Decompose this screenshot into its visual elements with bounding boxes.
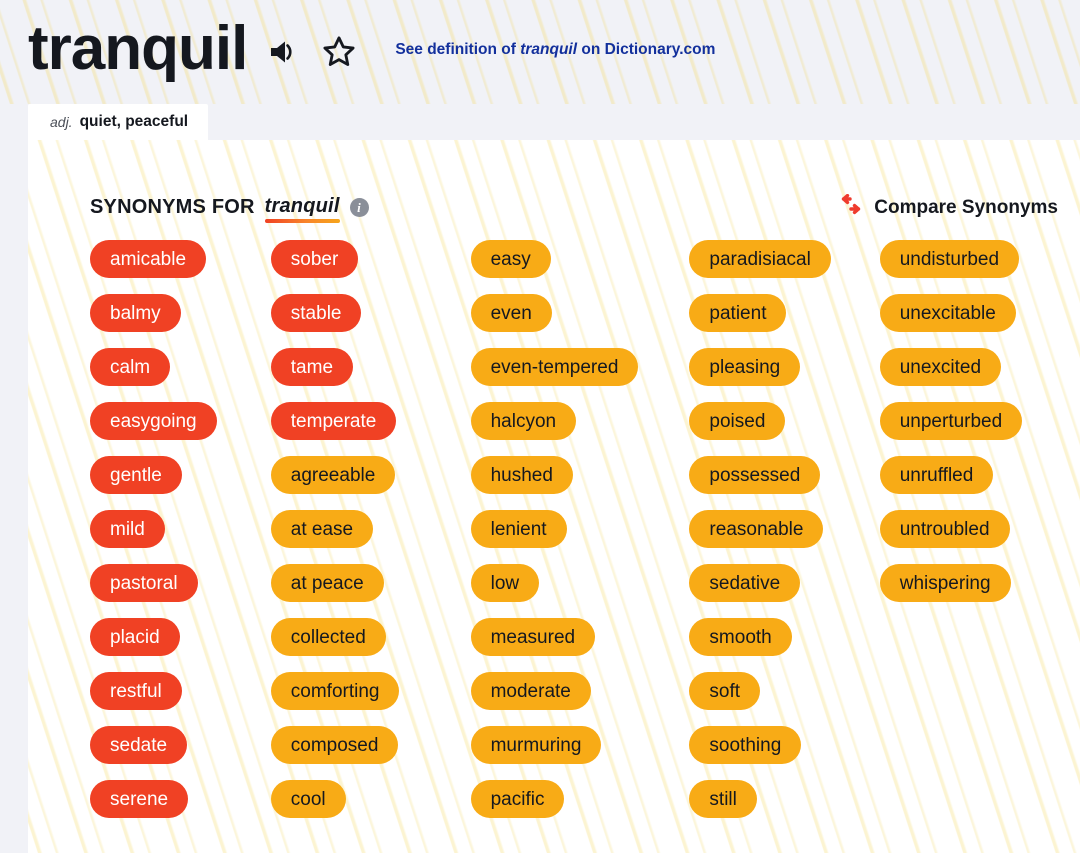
synonyms-card: SYNONYMS FOR tranquil i Compare Synonyms… [28, 140, 1080, 853]
synonym-chip[interactable]: stable [270, 294, 362, 332]
synonym-chip[interactable]: pastoral [90, 564, 198, 602]
synonym-chip[interactable]: low [470, 564, 540, 602]
synonym-chip[interactable]: collected [270, 618, 386, 656]
synonym-chip[interactable]: comforting [270, 672, 400, 710]
page-title: tranquil [28, 14, 248, 83]
synonym-chip[interactable]: composed [270, 726, 399, 764]
synonym-chip[interactable]: pleasing [689, 348, 801, 386]
synonym-chip[interactable]: unperturbed [879, 402, 1023, 440]
synonyms-section-header: SYNONYMS FOR tranquil i Compare Synonyms [90, 193, 1058, 223]
synonym-column: sober stable tame temperate agreeable at ease… [270, 240, 471, 818]
synonym-chip[interactable]: poised [689, 402, 786, 440]
speaker-icon[interactable] [267, 35, 301, 69]
synonym-chip[interactable]: undisturbed [879, 240, 1020, 278]
synonym-chip[interactable]: restful [90, 672, 182, 710]
star-outline-icon[interactable] [321, 34, 357, 70]
synonym-chip[interactable]: sedative [689, 564, 801, 602]
synonym-chip[interactable]: even [470, 294, 552, 332]
synonym-chip[interactable]: calm [90, 348, 171, 386]
synonym-chip[interactable]: at peace [270, 564, 384, 602]
synonym-chip[interactable]: halcyon [470, 402, 577, 440]
synonym-chip[interactable]: sober [270, 240, 359, 278]
synonym-column: paradisiacal patient pleasing poised possess… [689, 240, 879, 818]
synonym-chip[interactable]: amicable [90, 240, 207, 278]
synonym-chip[interactable]: agreeable [270, 456, 396, 494]
synonym-chip[interactable]: paradisiacal [689, 240, 831, 278]
part-of-speech-abbr: adj. [50, 114, 73, 130]
compare-synonyms-button[interactable]: Compare Synonyms [838, 193, 1058, 221]
synonym-chip[interactable]: patient [689, 294, 787, 332]
synonym-chip[interactable]: mild [90, 510, 165, 548]
synonym-chip[interactable]: moderate [470, 672, 591, 710]
synonym-chip[interactable]: lenient [470, 510, 567, 548]
synonyms-heading-prefix: SYNONYMS FOR [90, 196, 255, 218]
synonym-chip[interactable]: unexcitable [879, 294, 1016, 332]
synonym-column: undisturbed unexcitable unexcited unperturb… [879, 240, 1070, 602]
synonym-chip[interactable]: hushed [470, 456, 573, 494]
synonym-chip[interactable]: cool [270, 780, 346, 818]
synonym-chip[interactable]: even-tempered [470, 348, 639, 386]
synonym-chip[interactable]: easy [470, 240, 551, 278]
part-of-speech-definitions: quiet, peaceful [79, 113, 189, 130]
synonyms-heading-word: tranquil [264, 195, 340, 223]
info-icon[interactable]: i [349, 198, 369, 217]
synonyms-grid: amicable balmy calm easygoing gentle mild past… [90, 240, 1070, 818]
see-definition-prefix: See definition of [395, 41, 521, 58]
synonym-chip[interactable]: smooth [689, 618, 792, 656]
headword-row: tranquil See definition of tranquil on D… [28, 18, 715, 86]
see-definition-link[interactable]: See definition of tranquil on Dictionary… [395, 41, 715, 63]
synonym-chip[interactable]: balmy [90, 294, 181, 332]
synonym-chip[interactable]: whispering [879, 564, 1011, 602]
synonym-chip[interactable]: soothing [689, 726, 802, 764]
compare-synonyms-label: Compare Synonyms [874, 196, 1058, 218]
synonym-chip[interactable]: placid [90, 618, 180, 656]
synonym-chip[interactable]: tame [270, 348, 354, 386]
thesaurus-page: tranquil See definition of tranquil on D… [0, 0, 1080, 853]
synonym-chip[interactable]: unexcited [879, 348, 1002, 386]
synonym-chip[interactable]: soft [689, 672, 761, 710]
part-of-speech-tab[interactable]: adj. quiet, peaceful [28, 104, 209, 140]
synonyms-heading: SYNONYMS FOR tranquil i [90, 195, 369, 223]
synonym-chip[interactable]: at ease [270, 510, 374, 548]
synonym-chip[interactable]: murmuring [470, 726, 602, 764]
synonym-chip[interactable]: serene [90, 780, 189, 818]
synonym-chip[interactable]: sedate [90, 726, 188, 764]
see-definition-suffix: on Dictionary.com [577, 41, 716, 58]
synonym-chip[interactable]: temperate [270, 402, 397, 440]
see-definition-word: tranquil [520, 41, 578, 58]
synonym-chip[interactable]: easygoing [90, 402, 217, 440]
synonym-chip[interactable]: possessed [689, 456, 821, 494]
synonym-column: amicable balmy calm easygoing gentle mild past… [90, 240, 271, 818]
synonym-chip[interactable]: reasonable [689, 510, 824, 548]
compare-arrows-icon [838, 193, 864, 221]
synonym-chip[interactable]: still [689, 780, 757, 818]
synonym-chip[interactable]: gentle [90, 456, 182, 494]
synonym-chip[interactable]: pacific [470, 780, 565, 818]
synonym-chip[interactable]: untroubled [879, 510, 1010, 548]
page-header: tranquil See definition of tranquil on D… [0, 0, 1080, 104]
synonym-chip[interactable]: unruffled [879, 456, 994, 494]
synonym-chip[interactable]: measured [470, 618, 596, 656]
synonym-column: easy even even-tempered halcyon hushed lenien… [470, 240, 690, 818]
